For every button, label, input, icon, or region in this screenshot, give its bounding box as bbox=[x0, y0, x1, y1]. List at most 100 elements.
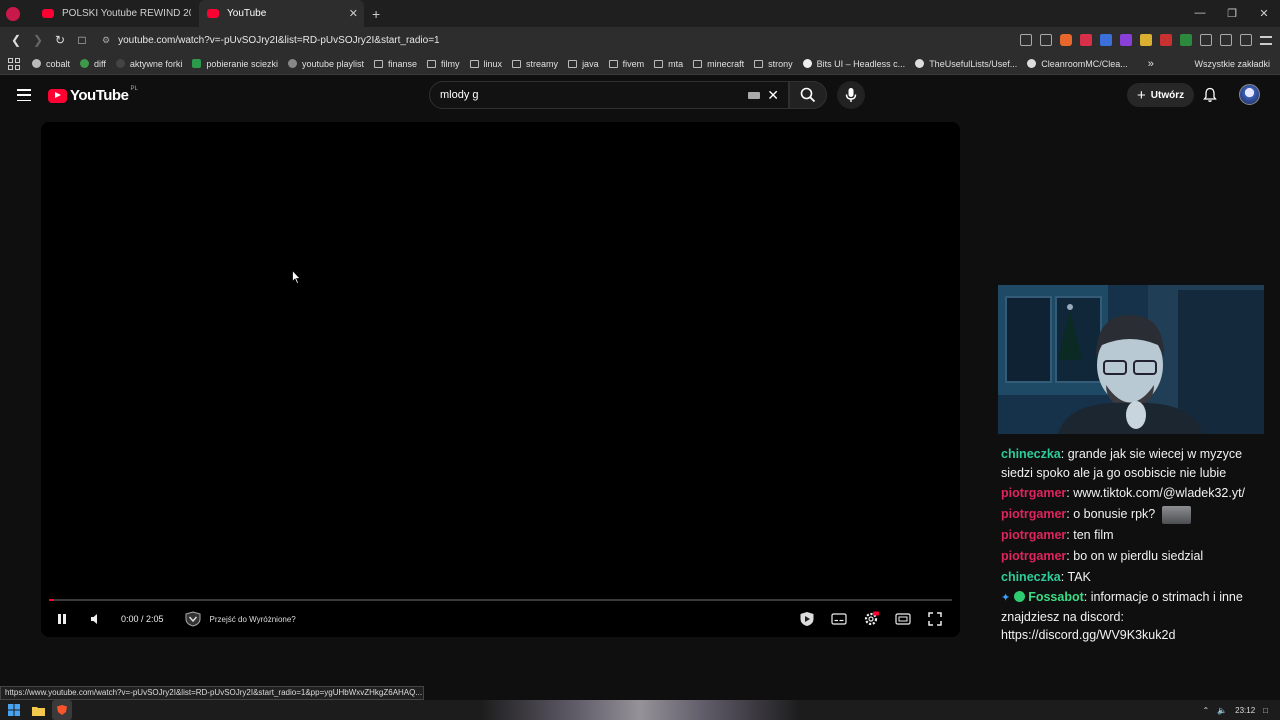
brave-shield-icon[interactable] bbox=[1060, 34, 1072, 46]
search-button[interactable] bbox=[789, 81, 827, 109]
chat-message: chineczka: grande jak sie wiecej w myzyc… bbox=[1001, 445, 1271, 482]
file-explorer-icon[interactable] bbox=[28, 700, 48, 720]
sidebar-icon[interactable] bbox=[1220, 34, 1232, 46]
new-tab-icon[interactable]: + bbox=[372, 6, 380, 22]
bookmark-youtube-playlist[interactable]: youtube playlist bbox=[287, 59, 364, 69]
forward-icon[interactable]: ❯ bbox=[28, 33, 48, 47]
extension-red-icon[interactable] bbox=[1160, 34, 1172, 46]
account-avatar[interactable] bbox=[1239, 84, 1260, 105]
tray-chevron-icon[interactable]: ⌃ bbox=[1202, 706, 1209, 715]
search-input[interactable]: mlody g ✕ bbox=[429, 81, 789, 109]
tab-rewind[interactable]: POLSKI Youtube REWIND 2025 - You bbox=[34, 0, 199, 27]
mouse-cursor-icon bbox=[292, 270, 301, 284]
volume-tray-icon[interactable]: 🔈 bbox=[1217, 706, 1227, 715]
bookmark-folder-finanse[interactable]: finanse bbox=[374, 59, 417, 69]
folder-icon bbox=[693, 59, 703, 68]
subtitles-icon[interactable] bbox=[830, 610, 848, 628]
url-field[interactable]: ⚙ youtube.com/watch?v=-pUvSOJry2I&list=R… bbox=[102, 29, 1002, 51]
youtube-favicon-icon bbox=[42, 9, 54, 18]
apps-grid-icon[interactable] bbox=[8, 57, 20, 70]
cast-icon[interactable] bbox=[1020, 34, 1032, 46]
extension-green-icon[interactable] bbox=[1180, 34, 1192, 46]
search-query: mlody g bbox=[440, 89, 479, 101]
bookmark-bits-ui[interactable]: Bits UI – Headless c... bbox=[802, 59, 905, 69]
all-bookmarks-button[interactable]: Wszystkie zakładki bbox=[1194, 59, 1270, 69]
jump-to-highlight-button[interactable]: Przejść do Wyróżnione? bbox=[184, 611, 296, 627]
volume-icon[interactable] bbox=[87, 610, 105, 628]
close-tab-icon[interactable]: ✕ bbox=[349, 7, 358, 20]
media-icon[interactable] bbox=[1240, 34, 1252, 46]
bookmark-page-icon[interactable]: □ bbox=[72, 33, 92, 47]
settings-gear-icon[interactable] bbox=[862, 610, 880, 628]
streamer-webcam bbox=[998, 285, 1264, 434]
more-bookmarks-icon[interactable]: » bbox=[1148, 58, 1154, 70]
guide-menu-icon[interactable] bbox=[17, 89, 31, 101]
fork-icon bbox=[115, 59, 125, 68]
back-icon[interactable]: ❮ bbox=[6, 33, 26, 47]
player-controls: 0:00 / 2:05 Przejść do Wyróżnione? bbox=[41, 607, 960, 631]
brave-browser-icon[interactable] bbox=[52, 700, 72, 720]
share-icon[interactable] bbox=[1040, 34, 1052, 46]
chat-username: Fossabot bbox=[1028, 590, 1084, 605]
extension-twitch-icon[interactable] bbox=[1120, 34, 1132, 46]
bookmark-folder-fivem[interactable]: fivem bbox=[608, 59, 644, 69]
windows-start-icon[interactable] bbox=[4, 700, 24, 720]
bookmark-aktywne-forki[interactable]: aktywne forki bbox=[115, 59, 182, 69]
bookmark-folder-filmy[interactable]: filmy bbox=[427, 59, 460, 69]
bookmark-theusefullists[interactable]: TheUsefulLists/Usef... bbox=[915, 59, 1017, 69]
voice-search-button[interactable] bbox=[837, 81, 865, 109]
extension-audio-icon[interactable] bbox=[1100, 34, 1112, 46]
folder-icon bbox=[469, 59, 479, 68]
chat-message: piotrgamer: o bonusie rpk? bbox=[1001, 505, 1271, 524]
minimize-icon[interactable]: — bbox=[1184, 7, 1216, 20]
clock[interactable]: 23:12 bbox=[1235, 706, 1255, 715]
notifications-bell-icon[interactable] bbox=[1202, 87, 1218, 103]
chat-username: piotrgamer bbox=[1001, 528, 1067, 543]
bookmarks-bar: cobalt diff aktywne forki pobieranie sci… bbox=[0, 53, 1280, 75]
bookmark-pobieranie-sciezki[interactable]: pobieranie sciezki bbox=[192, 59, 278, 69]
bookmark-folder-streamy[interactable]: streamy bbox=[512, 59, 558, 69]
pause-icon[interactable] bbox=[53, 610, 71, 628]
close-window-icon[interactable]: ✕ bbox=[1248, 7, 1280, 20]
github-icon bbox=[1027, 59, 1037, 68]
search-icon bbox=[800, 87, 816, 103]
menu-icon[interactable] bbox=[1260, 35, 1272, 45]
bookmark-diff[interactable]: diff bbox=[80, 59, 106, 69]
progress-played bbox=[49, 599, 54, 601]
reload-icon[interactable]: ↻ bbox=[50, 33, 70, 47]
bookmark-folder-strony[interactable]: strony bbox=[754, 59, 793, 69]
extensions-puzzle-icon[interactable] bbox=[1200, 34, 1212, 46]
clear-search-icon[interactable]: ✕ bbox=[767, 87, 779, 104]
sponsorblock-icon[interactable] bbox=[798, 610, 816, 628]
bookmark-folder-java[interactable]: java bbox=[568, 59, 599, 69]
chat-text: : ten film bbox=[1066, 528, 1114, 543]
url-text: youtube.com/watch?v=-pUvSOJry2I&list=RD-… bbox=[118, 34, 440, 46]
browser-menu-icon[interactable] bbox=[6, 6, 20, 21]
globe-icon bbox=[287, 59, 297, 68]
chat-text: : www.tiktok.com/@wladek32.yt/ bbox=[1066, 486, 1246, 501]
youtube-header: YouTube PL mlody g ✕ + Utwórz bbox=[0, 76, 1280, 116]
bookmark-cleanroommc[interactable]: CleanroomMC/Clea... bbox=[1027, 59, 1128, 69]
restore-icon[interactable]: ❐ bbox=[1216, 7, 1248, 20]
progress-bar[interactable] bbox=[49, 599, 952, 601]
extension-yellow-icon[interactable] bbox=[1140, 34, 1152, 46]
create-button[interactable]: + Utwórz bbox=[1127, 83, 1195, 107]
chat-message: chineczka: TAK bbox=[1001, 568, 1271, 587]
bookmark-folder-minecraft[interactable]: minecraft bbox=[693, 59, 744, 69]
tab-youtube[interactable]: YouTube ✕ bbox=[199, 0, 364, 27]
site-info-icon[interactable]: ⚙ bbox=[102, 35, 110, 46]
video-player[interactable]: 0:00 / 2:05 Przejść do Wyróżnione? bbox=[41, 122, 960, 637]
notifications-tray-icon[interactable]: □ bbox=[1263, 706, 1268, 715]
bookmark-folder-linux[interactable]: linux bbox=[469, 59, 502, 69]
youtube-logo[interactable]: YouTube PL bbox=[48, 86, 138, 104]
bookmark-cobalt[interactable]: cobalt bbox=[32, 59, 70, 69]
bookmark-folder-mta[interactable]: mta bbox=[654, 59, 683, 69]
fullscreen-icon[interactable] bbox=[926, 610, 944, 628]
folder-icon bbox=[512, 59, 522, 68]
chat-message: piotrgamer: ten film bbox=[1001, 526, 1271, 545]
theater-mode-icon[interactable] bbox=[894, 610, 912, 628]
extension-x-icon[interactable] bbox=[1080, 34, 1092, 46]
keyboard-icon[interactable] bbox=[748, 91, 760, 99]
folder-icon bbox=[568, 59, 578, 68]
chat-text: : o bonusie rpk? bbox=[1066, 507, 1156, 522]
